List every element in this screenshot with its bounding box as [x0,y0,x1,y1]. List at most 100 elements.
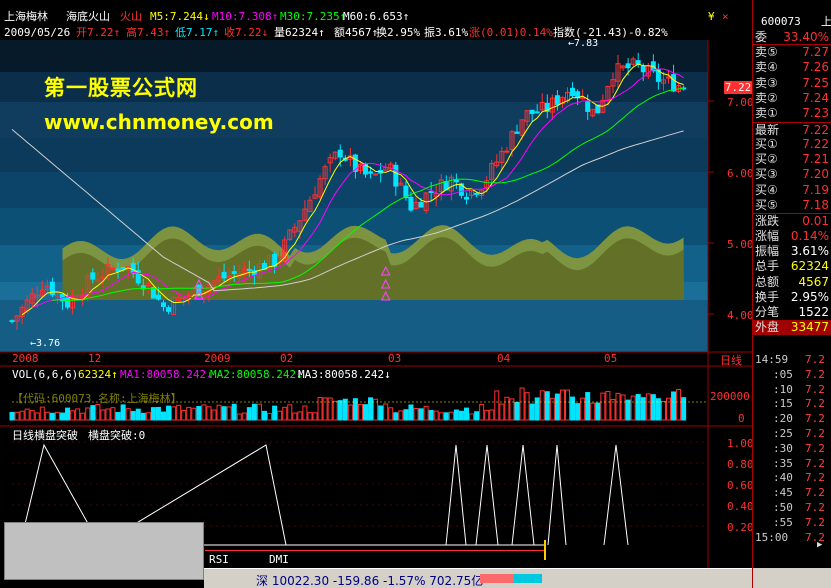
tick-row: :40 7.2 [753,470,831,485]
tick-time: :40 [773,471,793,485]
indicator-spike [475,444,499,546]
tick-row: :25 7.2 [753,426,831,441]
volume-bar [519,387,525,421]
vol-ma1: MA1:80058.242↓ [120,368,213,381]
volume-bar [196,405,202,421]
quote-row: 换手 2.95% [753,290,831,305]
volume-bar [666,397,671,421]
quote-row: 最新 7.22 [753,121,831,137]
candle-body [166,307,172,312]
price-label-5: 5.00 [727,238,752,251]
tick-time: :50 [773,501,793,514]
volume-bar [34,412,40,421]
quote-row-label: 卖① [755,106,778,121]
vol-ma3: MA3:80058.242↓ [298,368,391,381]
current-price-tag: 7.22 [724,81,752,94]
volume-bar [221,406,227,421]
volume-bar [171,406,177,421]
volume-bar [681,397,687,421]
volume-bar [443,412,449,421]
volume-bar [70,410,76,421]
quote-row-value: 33477 [790,320,829,335]
scroll-marker[interactable] [544,540,546,560]
volume-bar [549,397,555,421]
volume-bar [181,409,187,421]
quote-row: 买⑤ 7.18 [753,198,831,213]
volume-bar [155,406,161,421]
volume-bar [297,411,303,421]
tab-dmi[interactable]: DMI [269,553,289,566]
volume-bar [474,411,480,421]
ind-axis-02: 0.20 [727,521,752,534]
quote-row-label: 换手 [755,289,780,304]
candle-body [464,196,469,200]
candle-body [120,266,126,269]
volume-bar [671,391,677,421]
quote-row: 买④ 7.19 [753,183,831,198]
volume-bar [453,409,459,421]
quote-row-value: 7.20 [802,167,829,182]
watermark-title: 第一股票公式网 [44,76,198,100]
quote-row-label: 卖⑤ [755,45,778,59]
watermark-url: www.chnmoney.com [44,110,274,134]
vol-axis-0: 0 [738,412,745,425]
quote-row-value: 62324 [790,259,829,274]
period-label[interactable]: 日线 [720,352,742,368]
volume-bar [433,410,439,421]
volume-bar [327,397,333,421]
indicator-header: 日线横盘突破 横盘突破:0 [0,429,710,442]
volume-bar [135,408,141,421]
status-cyan-bar [514,574,542,583]
volume-bar [534,397,540,421]
volume-bar [458,410,464,421]
tick-time: 15:00 [755,530,789,544]
volume-bar [499,403,505,421]
time-label-04: 04 [497,352,511,365]
volume-bar [256,403,262,421]
quote-row-value: 7.22 [802,136,829,151]
tick-price: 7.2 [805,353,825,366]
volume-bar [423,405,429,421]
volume-bar [640,397,646,421]
quote-row-value: 0.14% [790,228,829,243]
volume-bar [504,396,510,421]
volume-bar [241,412,247,421]
tick-row: :10 7.2 [753,382,831,397]
volume-bar [357,403,363,421]
volume-bar [393,412,399,421]
volume-bar [150,407,156,421]
quote-row-label: 卖③ [755,75,778,90]
quote-row-value: 7.18 [802,198,829,212]
candle-body [393,164,399,187]
tick-time: :15 [773,397,793,411]
weibi-label: 委 [755,30,768,44]
volume-bar [19,410,25,421]
chart-area[interactable]: 上海梅林 海底火山 火山 M5:7.244↓ M10:7.308↑ M30:7.… [0,0,752,588]
quote-row-value: 7.19 [802,182,829,197]
volume-bar [438,412,444,421]
low-mark: ←3.76 [30,338,61,349]
quote-row: 总手 62324 [753,259,831,274]
volume-bar [615,392,621,421]
volume-bar [337,400,343,421]
quote-row: 分笔 1522 [753,305,831,320]
volume-bar [120,404,126,421]
tab-rsi[interactable]: RSI [209,553,229,566]
ind-axis-06: 0.60 [727,479,752,492]
candle-body [231,271,237,275]
quote-row-label: 买② [755,152,778,167]
volume-bar [610,398,616,421]
time-label-2009: 2009 [204,352,231,365]
volume-bar [65,407,71,421]
volume-bar [75,408,81,421]
popup-panel[interactable] [4,522,204,580]
candle-body [453,179,459,183]
volume-bar [130,411,136,421]
volume-bar [302,405,308,421]
candle-body [554,95,560,106]
vol-title: VOL(6,6,6) [12,368,79,381]
candle-body [65,297,71,308]
status-red-bar [480,574,514,583]
scroll-arrow-icon[interactable]: ▶ [817,540,827,550]
quote-row-label: 总额 [755,274,780,289]
